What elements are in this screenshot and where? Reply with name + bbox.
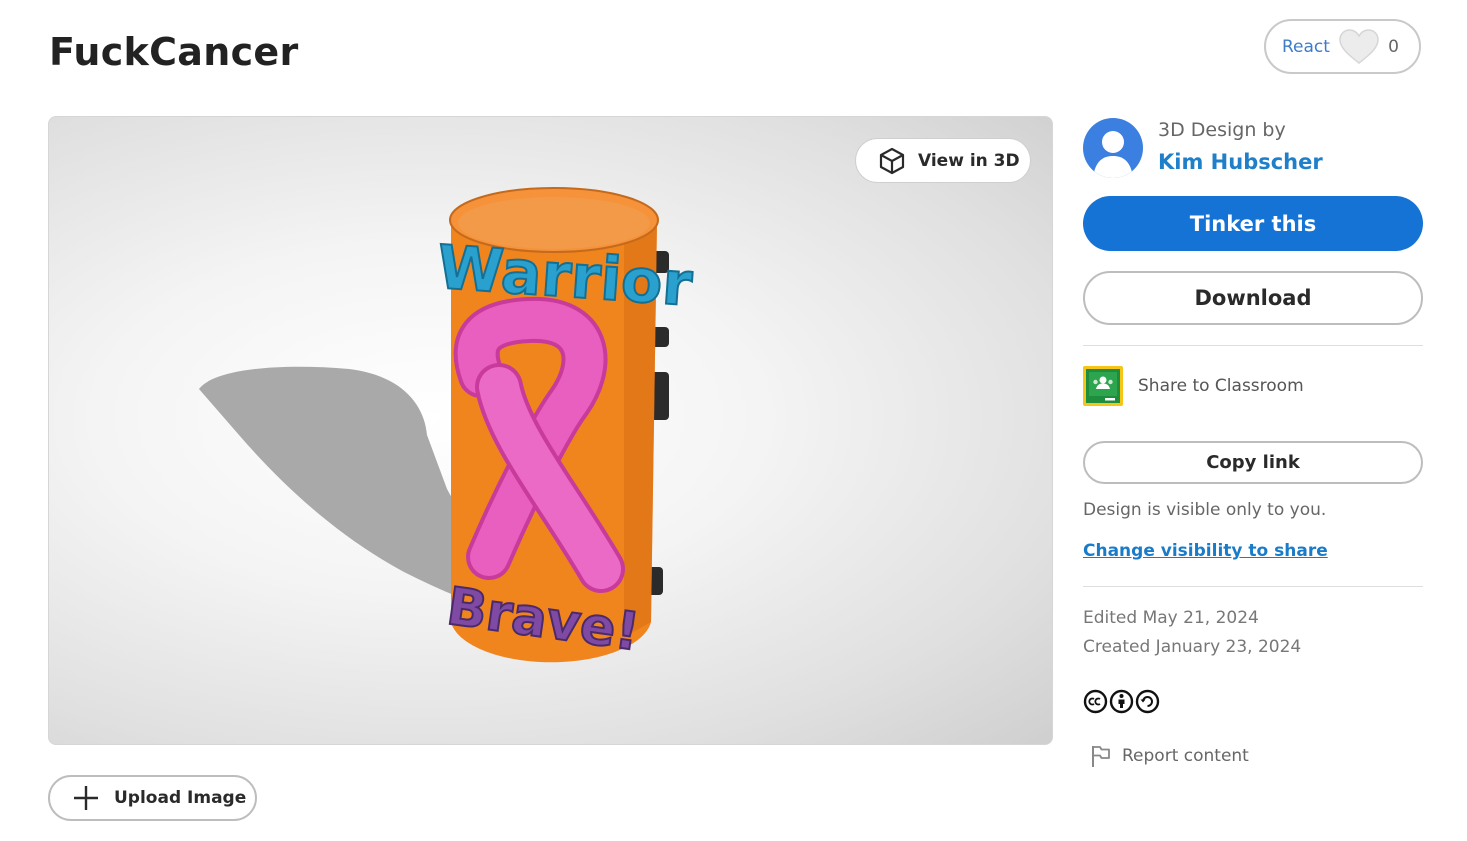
copy-link-button[interactable]: Copy link xyxy=(1083,441,1423,484)
cube-icon xyxy=(879,147,905,174)
upload-image-label: Upload Image xyxy=(114,788,247,808)
model-viewer[interactable]: Warrior Brave! View in 3D xyxy=(48,116,1053,745)
edited-date: Edited May 21, 2024 xyxy=(1083,608,1259,628)
user-icon xyxy=(1093,131,1133,178)
divider xyxy=(1083,586,1423,587)
report-content-button[interactable]: Report content xyxy=(1090,744,1249,768)
flag-icon xyxy=(1092,746,1110,767)
plus-icon xyxy=(74,786,98,810)
design-by-label: 3D Design by xyxy=(1158,119,1286,141)
change-visibility-link[interactable]: Change visibility to share xyxy=(1083,541,1328,561)
divider xyxy=(1083,345,1423,346)
view-in-3d-label: View in 3D xyxy=(918,150,1020,171)
license-icons[interactable] xyxy=(1083,689,1160,714)
upload-image-button[interactable]: Upload Image xyxy=(48,775,257,821)
share-alike-icon xyxy=(1135,689,1160,714)
author-link[interactable]: Kim Hubscher xyxy=(1158,150,1323,174)
created-date: Created January 23, 2024 xyxy=(1083,637,1302,657)
visibility-note: Design is visible only to you. xyxy=(1083,500,1327,520)
share-to-classroom-label: Share to Classroom xyxy=(1138,376,1304,396)
share-to-classroom-button[interactable]: Share to Classroom xyxy=(1083,366,1304,406)
creative-commons-icon xyxy=(1083,689,1108,714)
avatar[interactable] xyxy=(1083,118,1143,178)
model-render: Warrior Brave! xyxy=(199,187,696,664)
react-label: React xyxy=(1282,36,1330,57)
google-classroom-icon xyxy=(1083,366,1123,406)
tinker-this-button[interactable]: Tinker this xyxy=(1083,196,1423,251)
view-in-3d-button[interactable]: View in 3D xyxy=(855,138,1031,183)
react-button[interactable]: React 0 xyxy=(1264,19,1421,74)
react-count: 0 xyxy=(1388,36,1399,57)
attribution-icon xyxy=(1109,689,1134,714)
report-content-label: Report content xyxy=(1122,746,1249,766)
download-button[interactable]: Download xyxy=(1083,271,1423,325)
heart-icon xyxy=(1339,28,1379,64)
page-title: FuckCancer xyxy=(49,30,299,74)
